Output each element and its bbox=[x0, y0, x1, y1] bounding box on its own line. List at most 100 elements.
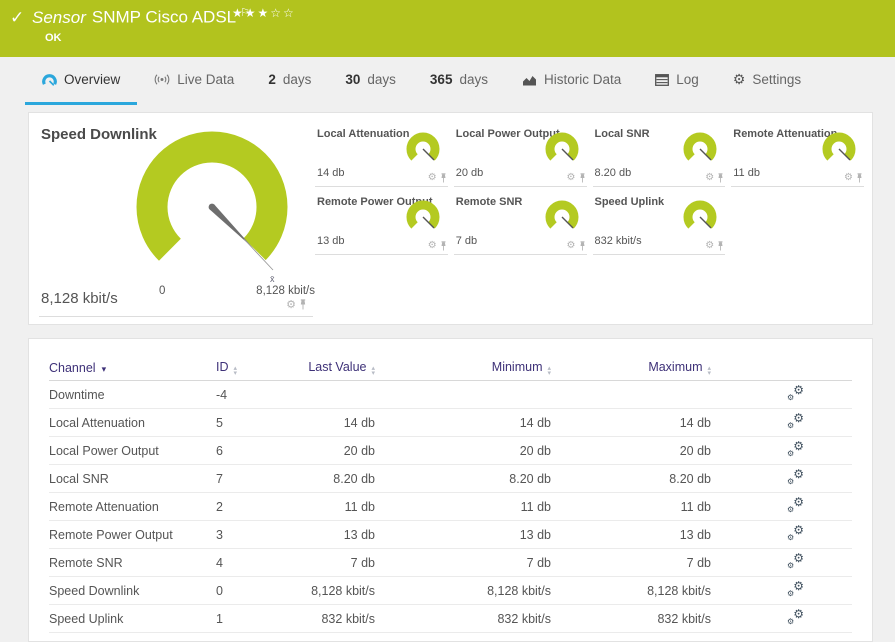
gear-icon[interactable]: ⚙ bbox=[286, 299, 296, 310]
table-row-remote-snr[interactable]: Remote SNR 4 7 db 7 db 7 db ⚙ ⚙ bbox=[49, 549, 852, 577]
edit-channel-gears-icon[interactable]: ⚙ ⚙ bbox=[787, 440, 804, 458]
gear-icon[interactable]: ⚙ bbox=[567, 173, 576, 183]
channel-id: 5 bbox=[216, 415, 223, 430]
pin-icon[interactable] bbox=[717, 241, 724, 251]
chart-icon bbox=[522, 73, 537, 86]
gear-icon[interactable]: ⚙ bbox=[705, 241, 714, 251]
gear-icon[interactable]: ⚙ bbox=[705, 173, 714, 183]
table-row-remote-power-output[interactable]: Remote Power Output 3 13 db 13 db 13 db … bbox=[49, 521, 852, 549]
live-signal-icon bbox=[154, 73, 170, 86]
main-gauge-cell[interactable]: Speed Downlink x̄ 0 8,128 kbit/s 8,128 k… bbox=[29, 113, 315, 324]
gear-icon[interactable]: ⚙ bbox=[428, 173, 437, 183]
gear-icon[interactable]: ⚙ bbox=[567, 241, 576, 251]
gauge-value: 11 db bbox=[733, 167, 760, 179]
column-header-minimum[interactable]: Minimum ▴ ▾ bbox=[375, 360, 551, 376]
tab-overview[interactable]: Overview bbox=[25, 57, 138, 105]
gauge-cell-controls: ⚙ bbox=[428, 241, 447, 251]
channel-id: 3 bbox=[216, 527, 223, 542]
log-list-icon bbox=[655, 73, 670, 86]
table-row-remote-attenuation[interactable]: Remote Attenuation 2 11 db 11 db 11 db ⚙… bbox=[49, 493, 852, 521]
gear-icon[interactable]: ⚙ bbox=[844, 173, 853, 183]
tab-live-data[interactable]: Live Data bbox=[137, 57, 251, 105]
tab-settings[interactable]: ⚙ Settings bbox=[716, 57, 818, 105]
gauge-cell-local-attenuation[interactable]: Local Attenuation 14 db ⚙ bbox=[315, 126, 448, 187]
table-row-local-attenuation[interactable]: Local Attenuation 5 14 db 14 db 14 db ⚙ ⚙ bbox=[49, 409, 852, 437]
gauge-cell-controls: ⚙ bbox=[567, 241, 586, 251]
pin-icon[interactable] bbox=[717, 173, 724, 183]
edit-channel-gears-icon[interactable]: ⚙ ⚙ bbox=[787, 608, 804, 626]
last-value: 14 db bbox=[343, 415, 375, 430]
gauge-value: 8.20 db bbox=[594, 167, 632, 179]
channel-id: 6 bbox=[216, 443, 223, 458]
channel-name[interactable]: Local Attenuation bbox=[49, 416, 216, 430]
channel-name[interactable]: Speed Downlink bbox=[49, 584, 216, 598]
table-row-local-power-output[interactable]: Local Power Output 6 20 db 20 db 20 db ⚙… bbox=[49, 437, 852, 465]
channel-id: 2 bbox=[216, 499, 223, 514]
gauge-cell-remote-snr[interactable]: Remote SNR 7 db ⚙ bbox=[453, 194, 587, 255]
edit-channel-gears-icon[interactable]: ⚙ ⚙ bbox=[787, 468, 804, 486]
sensor-header: ✓ Sensor SNMP Cisco ADSL ⚐ ★★★☆☆ OK bbox=[0, 0, 895, 57]
gauge-cell-speed-uplink[interactable]: Speed Uplink 832 kbit/s ⚙ bbox=[592, 194, 726, 255]
gauge-title: Remote SNR bbox=[455, 196, 523, 208]
channel-name[interactable]: Local Power Output bbox=[49, 444, 216, 458]
maximum-value: 11 db bbox=[680, 499, 711, 514]
gauge-value: 20 db bbox=[455, 167, 484, 179]
channel-name[interactable]: Local SNR bbox=[49, 472, 216, 486]
gauge-scale: 0 8,128 kbit/s bbox=[159, 285, 315, 297]
pin-icon[interactable] bbox=[856, 173, 863, 183]
tab-365-days[interactable]: 365 days bbox=[413, 57, 505, 105]
channel-name[interactable]: Remote Power Output bbox=[49, 528, 216, 542]
gauge-title: Local Attenuation bbox=[317, 128, 410, 140]
sort-icon[interactable]: ▴ ▾ bbox=[234, 365, 238, 376]
status-ok-check-icon: ✓ bbox=[10, 8, 25, 28]
pin-icon[interactable] bbox=[440, 173, 447, 183]
gauges-panel: Speed Downlink x̄ 0 8,128 kbit/s 8,128 k… bbox=[28, 112, 873, 325]
pin-icon[interactable] bbox=[579, 173, 586, 183]
edit-channel-gears-icon[interactable]: ⚙ ⚙ bbox=[787, 552, 804, 570]
cell-divider bbox=[39, 316, 313, 317]
edit-channel-gears-icon[interactable]: ⚙ ⚙ bbox=[787, 496, 804, 514]
channel-name[interactable]: Downtime bbox=[49, 388, 216, 402]
gauge-cell-remote-attenuation[interactable]: Remote Attenuation 11 db ⚙ bbox=[731, 126, 864, 187]
channel-name[interactable]: Remote SNR bbox=[49, 556, 216, 570]
edit-channel-gears-icon[interactable]: ⚙ ⚙ bbox=[787, 580, 804, 598]
tab-label: days bbox=[459, 72, 488, 87]
channel-name[interactable]: Speed Uplink bbox=[49, 612, 216, 626]
column-header-maximum[interactable]: Maximum ▴ ▾ bbox=[551, 360, 711, 376]
gauge-cell-remote-power-output[interactable]: Remote Power Output 13 db ⚙ bbox=[315, 194, 448, 255]
table-row-speed-downlink[interactable]: Speed Downlink 0 8,128 kbit/s 8,128 kbit… bbox=[49, 577, 852, 605]
column-header-last-value[interactable]: Last Value ▴ ▾ bbox=[281, 360, 375, 376]
gauge-value: 14 db bbox=[317, 167, 345, 179]
sort-icon[interactable]: ▴ ▾ bbox=[707, 365, 711, 376]
gauge-cell-local-power-output[interactable]: Local Power Output 20 db ⚙ bbox=[453, 126, 587, 187]
gauge-title: Local SNR bbox=[594, 128, 650, 140]
small-gauges-grid: Local Attenuation 14 db ⚙ Local Power Ou… bbox=[315, 113, 872, 324]
tab-historic-data[interactable]: Historic Data bbox=[505, 57, 638, 105]
gauge-cell-controls: ⚙ bbox=[286, 299, 307, 310]
table-row-local-snr[interactable]: Local SNR 7 8.20 db 8.20 db 8.20 db ⚙ ⚙ bbox=[49, 465, 852, 493]
maximum-value: 8.20 db bbox=[669, 471, 711, 486]
channel-name[interactable]: Remote Attenuation bbox=[49, 500, 216, 514]
minimum-value: 13 db bbox=[519, 527, 551, 542]
tab-30-days[interactable]: 30 days bbox=[328, 57, 413, 105]
status-badge: OK bbox=[45, 32, 62, 44]
pin-icon[interactable] bbox=[299, 299, 307, 310]
column-header-id[interactable]: ID ▴ ▾ bbox=[216, 360, 281, 376]
gauge-cell-local-snr[interactable]: Local SNR 8.20 db ⚙ bbox=[592, 126, 726, 187]
priority-stars[interactable]: ★★★☆☆ bbox=[232, 6, 296, 20]
tab-log[interactable]: Log bbox=[638, 57, 716, 105]
pin-icon[interactable] bbox=[440, 241, 447, 251]
gear-icon[interactable]: ⚙ bbox=[428, 241, 437, 251]
minimum-value: 14 db bbox=[519, 415, 551, 430]
edit-channel-gears-icon[interactable]: ⚙ ⚙ bbox=[787, 412, 804, 430]
pin-icon[interactable] bbox=[579, 241, 586, 251]
sort-desc-icon[interactable]: ▾ bbox=[102, 365, 107, 375]
edit-channel-gears-icon[interactable]: ⚙ ⚙ bbox=[787, 384, 804, 402]
tab-label: Overview bbox=[64, 72, 121, 87]
column-header-channel[interactable]: Channel ▾ bbox=[49, 361, 216, 375]
maximum-value: 832 kbit/s bbox=[657, 611, 711, 626]
table-row-downtime[interactable]: Downtime -4 ⚙ ⚙ bbox=[49, 381, 852, 409]
tab-2-days[interactable]: 2 days bbox=[251, 57, 328, 105]
table-row-speed-uplink[interactable]: Speed Uplink 1 832 kbit/s 832 kbit/s 832… bbox=[49, 605, 852, 633]
edit-channel-gears-icon[interactable]: ⚙ ⚙ bbox=[787, 524, 804, 542]
